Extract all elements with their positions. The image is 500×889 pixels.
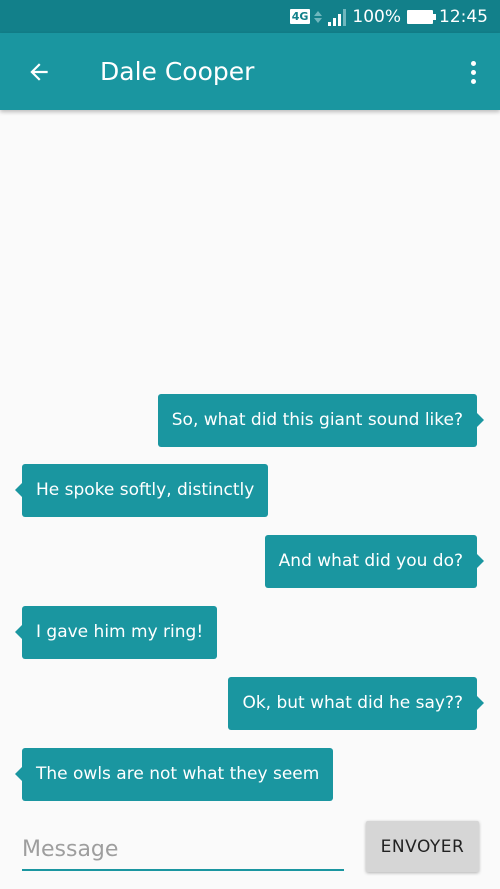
message-bubble-outgoing[interactable]: Ok, but what did he say?? [228,677,484,730]
more-vert-icon [470,60,476,66]
message-bubble-outgoing[interactable]: And what did you do? [264,535,485,588]
data-activity-icon [314,10,323,23]
battery-percentage: 100% [352,6,401,27]
send-button[interactable]: ENVOYER [366,821,479,872]
app-bar: Dale Cooper [0,33,500,110]
message-list: So, what did this giant sound like? He s… [0,110,500,810]
status-icons: 4G 100% 12:45 [289,0,488,33]
message-bubble-incoming[interactable]: He spoke softly, distinctly [14,464,269,517]
back-button[interactable] [20,53,58,91]
overflow-menu-button[interactable] [464,55,482,89]
message-input[interactable] [22,829,344,871]
message-bubble-incoming[interactable]: I gave him my ring! [14,606,218,659]
conversation-title: Dale Cooper [100,57,255,86]
arrow-back-icon [30,63,48,81]
clock: 12:45 [439,6,488,27]
network-type-badge: 4G [289,9,311,24]
message-bubble-outgoing[interactable]: So, what did this giant sound like? [157,394,485,447]
status-bar: 4G 100% 12:45 [0,0,500,33]
battery-icon [407,9,436,24]
message-bubble-incoming[interactable]: The owls are not what they seem [14,748,334,801]
signal-strength-icon [328,8,347,26]
message-composer: ENVOYER [0,815,500,889]
